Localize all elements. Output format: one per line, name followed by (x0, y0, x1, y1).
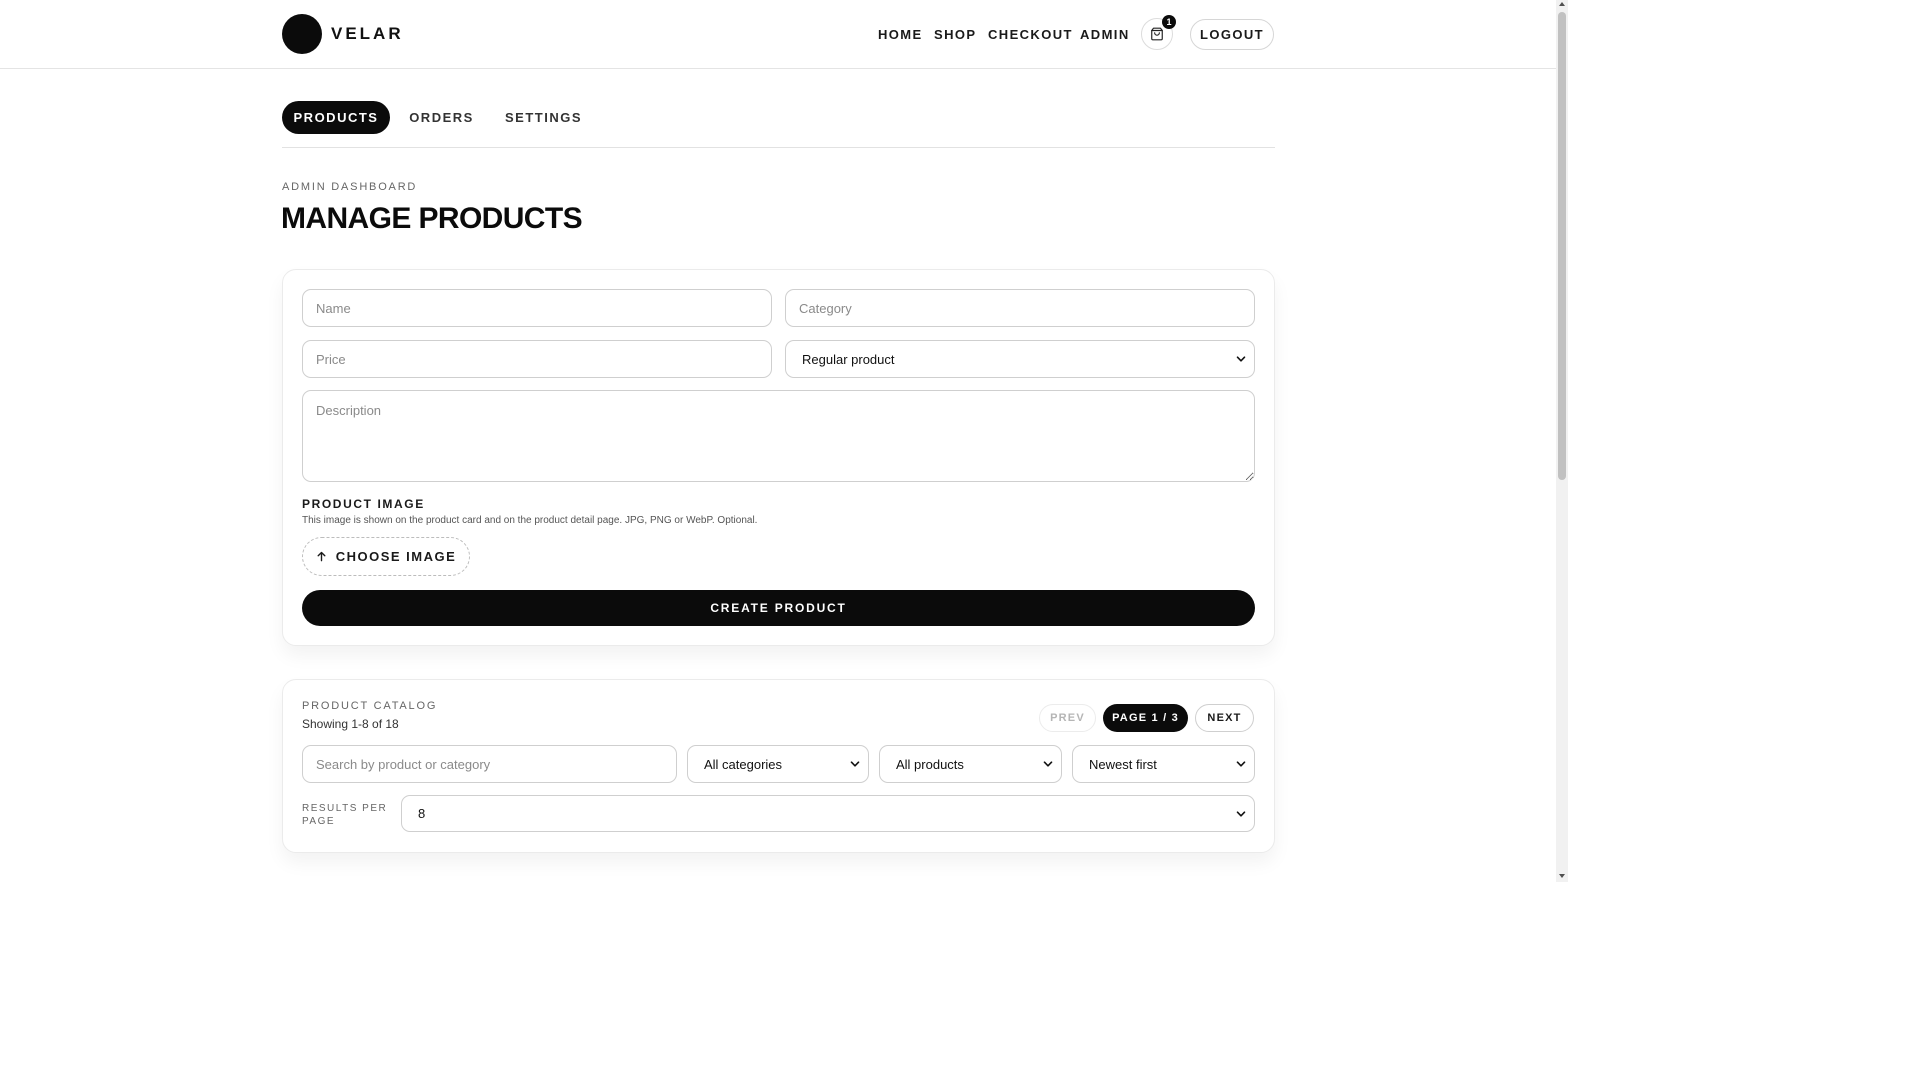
product-name-input[interactable] (302, 289, 772, 327)
product-type-select[interactable]: Regular product (785, 340, 1255, 378)
results-per-page-select[interactable]: 8 (401, 795, 1255, 832)
logout-button[interactable]: LOGOUT (1190, 19, 1274, 50)
prev-page-button[interactable]: PREV (1039, 704, 1096, 732)
product-price-input[interactable] (302, 340, 772, 378)
chevron-down-icon (1236, 810, 1246, 817)
scroll-up-arrow-icon[interactable] (1558, 0, 1566, 8)
sort-value: Newest first (1089, 756, 1157, 772)
next-page-button[interactable]: NEXT (1195, 704, 1254, 732)
tabs-divider (282, 147, 1275, 148)
tab-settings[interactable]: SETTINGS (497, 101, 590, 134)
catalog-eyebrow: PRODUCT CATALOG (302, 700, 438, 712)
arrow-up-icon (317, 551, 326, 562)
catalog-result-count: Showing 1-8 of 18 (302, 717, 399, 731)
nav-checkout-link[interactable]: CHECKOUT (988, 27, 1073, 42)
choose-image-button[interactable]: CHOOSE IMAGE (302, 537, 470, 576)
product-image-hint: This image is shown on the product card … (302, 515, 758, 526)
nav-admin-link[interactable]: ADMIN (1080, 27, 1130, 42)
tab-products[interactable]: PRODUCTS (282, 101, 390, 134)
category-filter-value: All categories (704, 756, 783, 772)
shopping-bag-icon (1151, 27, 1163, 41)
product-filter-value: All products (896, 756, 964, 772)
product-category-input[interactable] (785, 289, 1255, 327)
top-navbar: VELAR HOME SHOP CHECKOUT ADMIN 1 LOGOUT (0, 0, 1556, 69)
nav-home-link[interactable]: HOME (878, 27, 923, 42)
category-filter-select[interactable]: All categories (687, 745, 869, 783)
chevron-down-icon (850, 761, 860, 767)
results-per-page-value: 8 (418, 806, 426, 821)
create-product-button[interactable]: CREATE PRODUCT (302, 590, 1255, 626)
product-filter-select[interactable]: All products (879, 745, 1062, 783)
page-title: MANAGE PRODUCTS (281, 202, 583, 235)
results-per-page-label: RESULTS PER PAGE (302, 803, 388, 827)
chevron-down-icon (1236, 761, 1246, 767)
chevron-down-icon (1236, 356, 1246, 362)
product-image-label: PRODUCT IMAGE (302, 497, 425, 511)
tab-orders[interactable]: ORDERS (402, 101, 481, 134)
scrollbar-thumb[interactable] (1558, 12, 1566, 480)
choose-image-label: CHOOSE IMAGE (335, 549, 457, 564)
brand-logo-icon[interactable] (282, 14, 322, 54)
cart-count-badge: 1 (1162, 15, 1176, 29)
nav-shop-link[interactable]: SHOP (934, 27, 976, 42)
scroll-down-arrow-icon[interactable] (1558, 872, 1566, 880)
page-indicator: PAGE 1 / 3 (1103, 704, 1188, 732)
catalog-search-input[interactable] (302, 745, 677, 783)
sort-select[interactable]: Newest first (1072, 745, 1255, 783)
page-eyebrow: ADMIN DASHBOARD (282, 181, 418, 193)
brand-name[interactable]: VELAR (331, 24, 404, 44)
product-description-textarea[interactable] (302, 390, 1255, 482)
product-type-value: Regular product (802, 351, 895, 367)
chevron-down-icon (1043, 761, 1053, 767)
